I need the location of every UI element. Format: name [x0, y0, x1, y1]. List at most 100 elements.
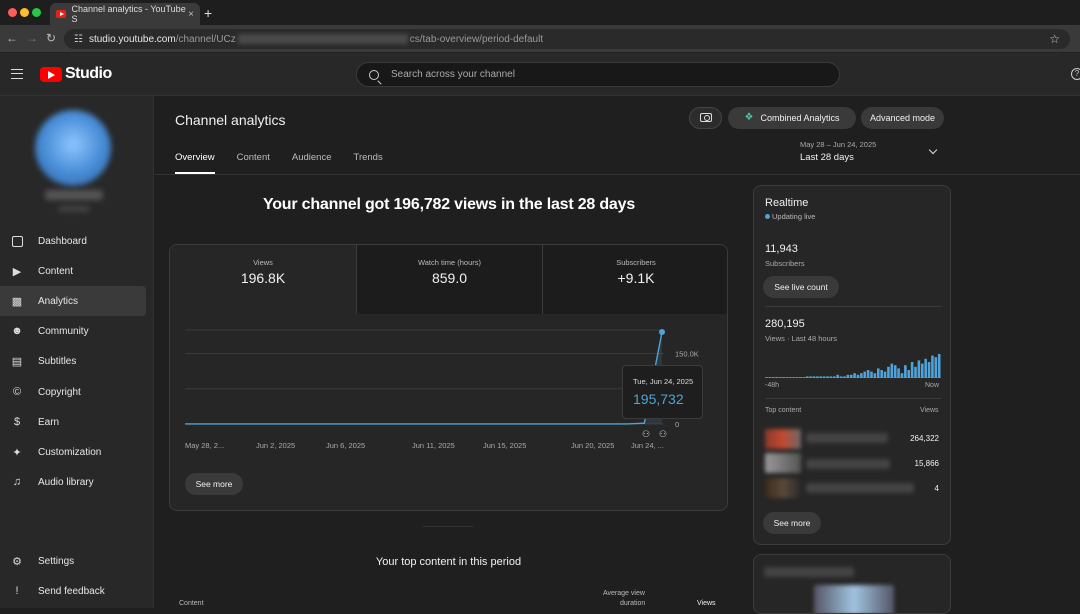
- subtitles-icon: ▤: [11, 355, 23, 368]
- url-redacted: [237, 34, 408, 44]
- sidebar-item-dashboard[interactable]: Dashboard: [0, 226, 146, 256]
- new-tab-button[interactable]: +: [204, 5, 212, 21]
- realtime-bar: [788, 377, 792, 378]
- sidebar-item-audio-library[interactable]: ♫ Audio library: [0, 467, 146, 497]
- close-window-button[interactable]: [8, 8, 17, 17]
- site-info-icon[interactable]: ☷: [74, 34, 83, 45]
- help-icon[interactable]: ?: [1071, 68, 1080, 80]
- realtime-bar: [812, 376, 816, 378]
- realtime-bar: [839, 376, 843, 378]
- studio-logo[interactable]: Studio: [40, 65, 112, 83]
- sidebar-item-label: Earn: [38, 416, 60, 428]
- sidebar-item-earn[interactable]: $ Earn: [0, 407, 146, 437]
- reload-icon[interactable]: ↻: [46, 31, 56, 45]
- sidebar-item-copyright[interactable]: © Copyright: [0, 377, 146, 407]
- advanced-mode-label: Advanced mode: [869, 113, 936, 123]
- metric-watch-time[interactable]: Watch time (hours) 859.0: [356, 245, 542, 314]
- sidebar-item-settings[interactable]: ⚙ Settings: [0, 546, 146, 576]
- see-live-count-button[interactable]: See live count: [763, 276, 839, 298]
- back-icon[interactable]: ←: [6, 31, 18, 45]
- metric-label: Watch time (hours): [417, 258, 482, 267]
- header-divider: [155, 174, 1080, 175]
- realtime-bar: [856, 374, 860, 378]
- search-input[interactable]: Search across your channel: [356, 62, 840, 87]
- snapshot-button[interactable]: [689, 107, 722, 129]
- advanced-mode-button[interactable]: Advanced mode: [861, 107, 944, 129]
- tooltip-date: Tue, Jun 24, 2025: [633, 377, 694, 386]
- realtime-bar: [819, 376, 823, 378]
- x-tick-label: Jun 24, ...: [631, 441, 664, 450]
- content-icon: ▶: [12, 265, 22, 278]
- tab-overview[interactable]: Overview: [175, 152, 215, 174]
- realtime-bar: [849, 374, 853, 378]
- realtime-axis-left: -48h: [765, 382, 780, 389]
- browser-tab[interactable]: Channel analytics - YouTube S ×: [50, 3, 200, 25]
- tab-trends[interactable]: Trends: [354, 152, 383, 174]
- realtime-bar: [802, 377, 806, 378]
- realtime-bar-chart[interactable]: [765, 350, 941, 378]
- realtime-bar: [778, 377, 782, 378]
- realtime-card: Realtime Updating live 11,943 Subscriber…: [753, 185, 951, 545]
- zoom-window-button[interactable]: [32, 8, 41, 17]
- metric-subscribers[interactable]: Subscribers +9.1K: [542, 245, 727, 314]
- url-path-prefix: /channel/UCz: [175, 33, 236, 45]
- dashboard-icon: [10, 234, 24, 248]
- card-image-redacted: [814, 585, 894, 613]
- realtime-bar: [792, 377, 795, 378]
- main-content: Channel analytics ❖ Combined Analytics A…: [155, 96, 1080, 614]
- views-line-chart[interactable]: 150.0K75.0K0⚇⚇May 28, 2...Jun 2, 2025Jun…: [170, 314, 727, 510]
- column-header-views[interactable]: Views: [697, 600, 716, 607]
- sidebar-item-analytics[interactable]: ▩ Analytics: [0, 286, 146, 316]
- realtime-see-more-button[interactable]: See more: [763, 512, 821, 534]
- top-content-label: Top content: [765, 407, 802, 414]
- realtime-bar: [917, 360, 921, 378]
- sidebar-item-community[interactable]: ☻ Community: [0, 316, 146, 346]
- x-tick-label: Jun 2, 2025: [256, 441, 295, 450]
- menu-icon[interactable]: [11, 69, 23, 79]
- realtime-bar: [904, 365, 907, 378]
- sidebar-item-content[interactable]: ▶ Content: [0, 256, 146, 286]
- tab-title: Channel analytics - YouTube S: [71, 4, 186, 24]
- realtime-bar: [866, 370, 870, 378]
- realtime-bar: [822, 376, 826, 378]
- realtime-bar: [873, 373, 877, 378]
- channel-handle-redacted: [58, 206, 90, 212]
- video-thumbnail: [765, 429, 801, 449]
- chevron-down-icon: [928, 145, 938, 155]
- x-tick-label: Jun 15, 2025: [483, 441, 526, 450]
- metric-views[interactable]: Views 196.8K: [170, 245, 356, 314]
- url-host: studio.youtube.com: [88, 33, 176, 45]
- realtime-bar: [782, 377, 785, 378]
- realtime-bar: [934, 357, 938, 378]
- combined-analytics-button[interactable]: ❖ Combined Analytics: [728, 107, 856, 129]
- realtime-bar: [799, 377, 802, 378]
- forward-icon[interactable]: →: [26, 31, 38, 45]
- realtime-bar: [883, 371, 887, 378]
- overview-chart-card: Views 196.8K Watch time (hours) 859.0 Su…: [169, 244, 728, 511]
- realtime-views-label: Views · Last 48 hours: [765, 334, 837, 343]
- tab-content[interactable]: Content: [237, 152, 270, 174]
- realtime-subscribers-label: Subscribers: [765, 259, 805, 268]
- earn-icon: $: [13, 416, 21, 428]
- analytics-icon: ▩: [11, 295, 23, 308]
- column-header-avg-view-2: duration: [620, 600, 646, 607]
- tooltip-value: 195,732: [633, 391, 684, 407]
- sidebar-item-label: Send feedback: [38, 585, 105, 597]
- video-title-redacted: [806, 433, 888, 443]
- top-content-title: Your top content in this period: [375, 556, 522, 568]
- see-more-button[interactable]: See more: [185, 473, 243, 495]
- channel-avatar[interactable]: [35, 110, 111, 186]
- url-path-suffix: cs/tab-overview/period-default: [409, 33, 544, 45]
- tab-close-icon[interactable]: ×: [188, 9, 194, 20]
- bookmark-star-icon[interactable]: ☆: [1049, 32, 1060, 46]
- camera-icon: [700, 113, 712, 122]
- sidebar-item-send-feedback[interactable]: ! Send feedback: [0, 576, 146, 606]
- tab-audience[interactable]: Audience: [292, 152, 332, 174]
- sidebar-item-customization[interactable]: ✦ Customization: [0, 437, 146, 467]
- realtime-axis-right: Now: [925, 382, 940, 389]
- sidebar-item-label: Content: [38, 265, 74, 277]
- search-placeholder: Search across your channel: [391, 69, 515, 80]
- url-field[interactable]: ☷ studio.youtube.com/channel/UCz cs/tab-o…: [64, 29, 1070, 49]
- minimize-window-button[interactable]: [20, 8, 29, 17]
- sidebar-item-subtitles[interactable]: ▤ Subtitles: [0, 346, 146, 376]
